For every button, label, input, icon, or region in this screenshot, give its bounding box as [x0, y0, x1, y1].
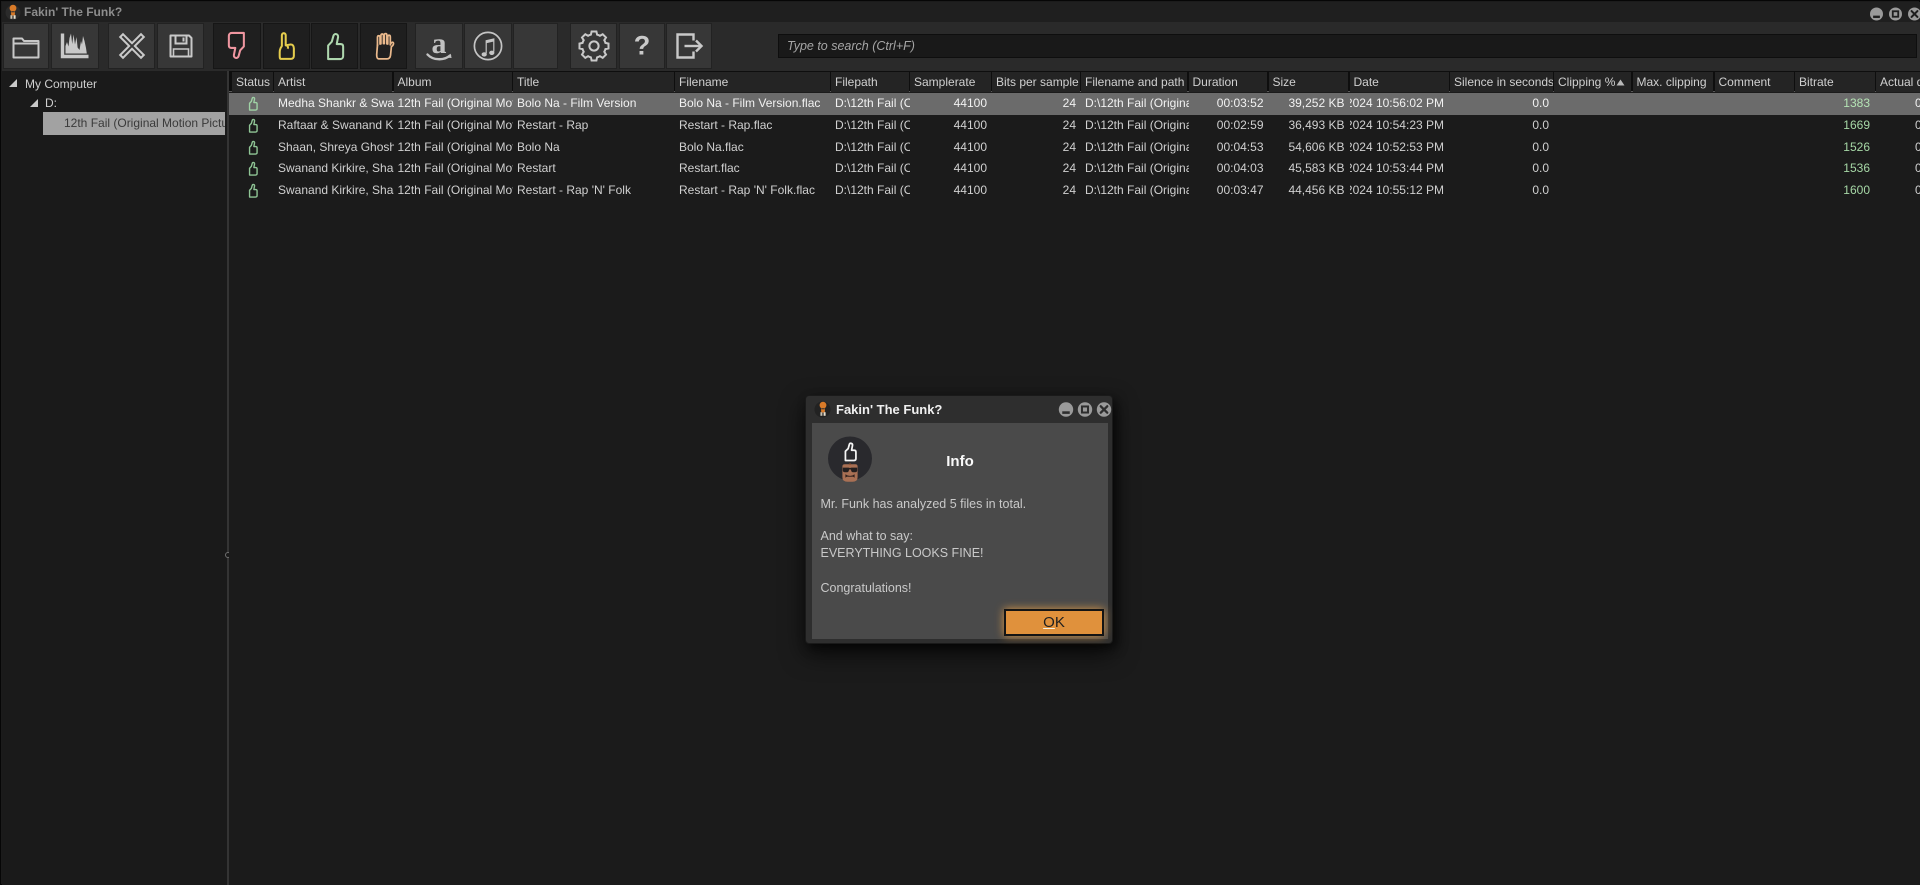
svg-text:a: a [432, 29, 447, 60]
